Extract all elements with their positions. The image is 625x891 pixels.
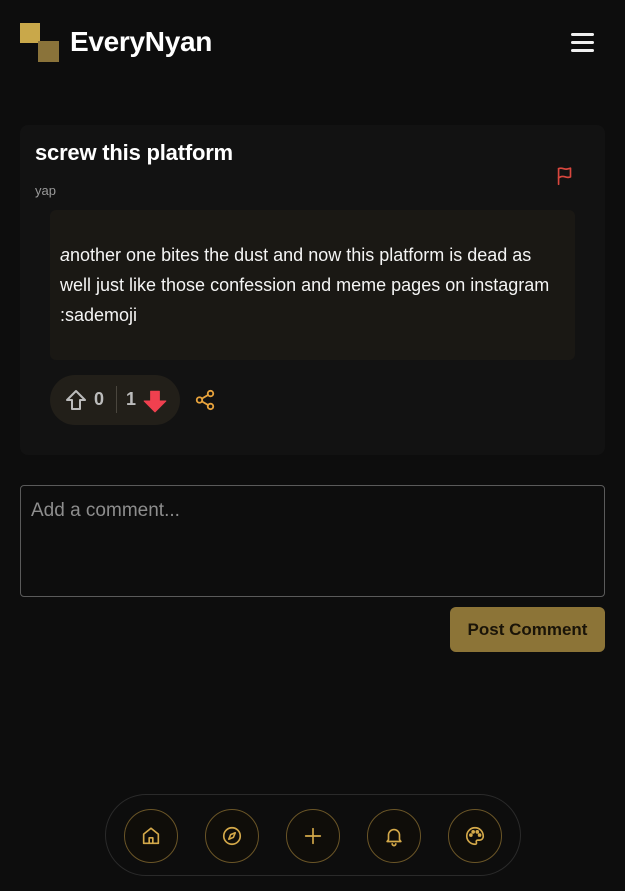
- bottom-nav: [105, 794, 521, 876]
- post-text: another one bites the dust and now this …: [60, 240, 560, 330]
- downvote-arrow-icon[interactable]: [142, 388, 168, 414]
- brand-name[interactable]: EveryNyan: [70, 26, 212, 58]
- post-text-rest: nother one bites the dust and now this p…: [60, 245, 550, 325]
- logo[interactable]: [20, 23, 60, 63]
- nav-theme-button[interactable]: [448, 809, 502, 863]
- share-icon[interactable]: [194, 389, 216, 411]
- page: EveryNyan screw this platform yap anothe…: [0, 0, 625, 891]
- plus-icon: [304, 827, 322, 845]
- nav-create-button[interactable]: [286, 809, 340, 863]
- nav-notifications-button[interactable]: [367, 809, 421, 863]
- menu-line: [571, 41, 594, 44]
- hamburger-menu-icon[interactable]: [569, 31, 597, 55]
- menu-line: [571, 49, 594, 52]
- downvote-count: 1: [126, 389, 137, 409]
- compass-icon: [222, 826, 242, 846]
- post-card: screw this platform yap another one bite…: [20, 125, 605, 455]
- post-text-first-letter: a: [60, 245, 71, 265]
- logo-square-front: [20, 23, 40, 43]
- post-body: another one bites the dust and now this …: [50, 210, 575, 360]
- post-comment-button[interactable]: Post Comment: [450, 607, 605, 652]
- nav-explore-button[interactable]: [205, 809, 259, 863]
- header: EveryNyan: [0, 0, 625, 86]
- bell-icon: [386, 828, 402, 847]
- home-icon: [142, 827, 160, 845]
- vote-divider: [116, 386, 117, 413]
- menu-line: [571, 33, 594, 36]
- palette-icon: [466, 826, 485, 846]
- nav-home-button[interactable]: [124, 809, 178, 863]
- vote-box: 0 1: [50, 375, 180, 425]
- logo-square-back: [38, 41, 59, 62]
- comment-input[interactable]: [20, 485, 605, 597]
- post-tag[interactable]: yap: [35, 183, 56, 198]
- post-title: screw this platform: [35, 140, 233, 165]
- upvote-count: 0: [94, 389, 105, 409]
- flag-icon[interactable]: [554, 165, 576, 187]
- upvote-arrow-icon[interactable]: [64, 388, 88, 412]
